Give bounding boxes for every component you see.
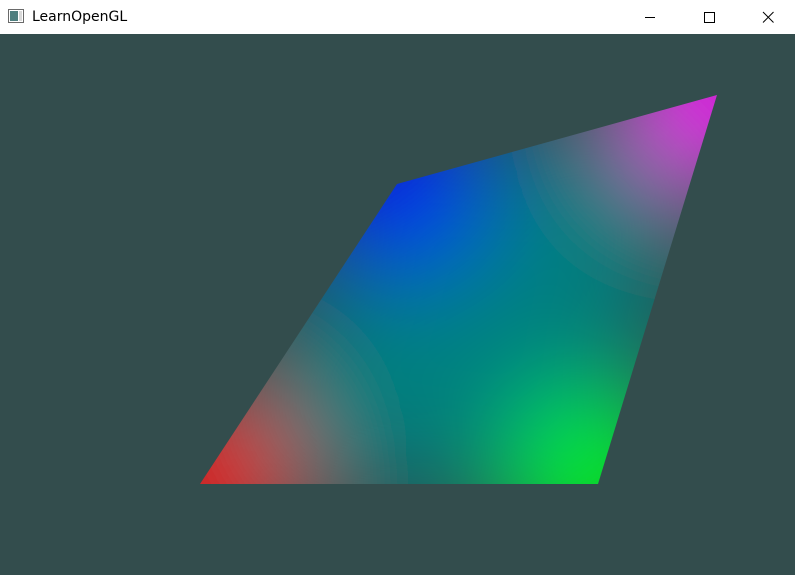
opengl-viewport[interactable] — [0, 34, 795, 575]
title-bar[interactable]: LearnOpenGL — [0, 0, 795, 34]
maximize-icon — [704, 11, 715, 23]
minimize-icon — [645, 16, 655, 18]
minimize-button[interactable] — [627, 0, 673, 33]
colored-quad — [200, 95, 717, 484]
close-icon — [762, 11, 774, 23]
close-button[interactable] — [745, 0, 791, 33]
vertex-color-bottom-right — [513, 399, 683, 484]
vertex-color-bottom-left — [200, 399, 285, 484]
rendered-scene — [200, 95, 717, 484]
app-window: LearnOpenGL — [0, 0, 795, 575]
maximize-button[interactable] — [686, 0, 732, 33]
app-window-icon — [8, 9, 24, 23]
vertex-color-top-left — [312, 99, 482, 269]
window-title: LearnOpenGL — [32, 9, 128, 25]
